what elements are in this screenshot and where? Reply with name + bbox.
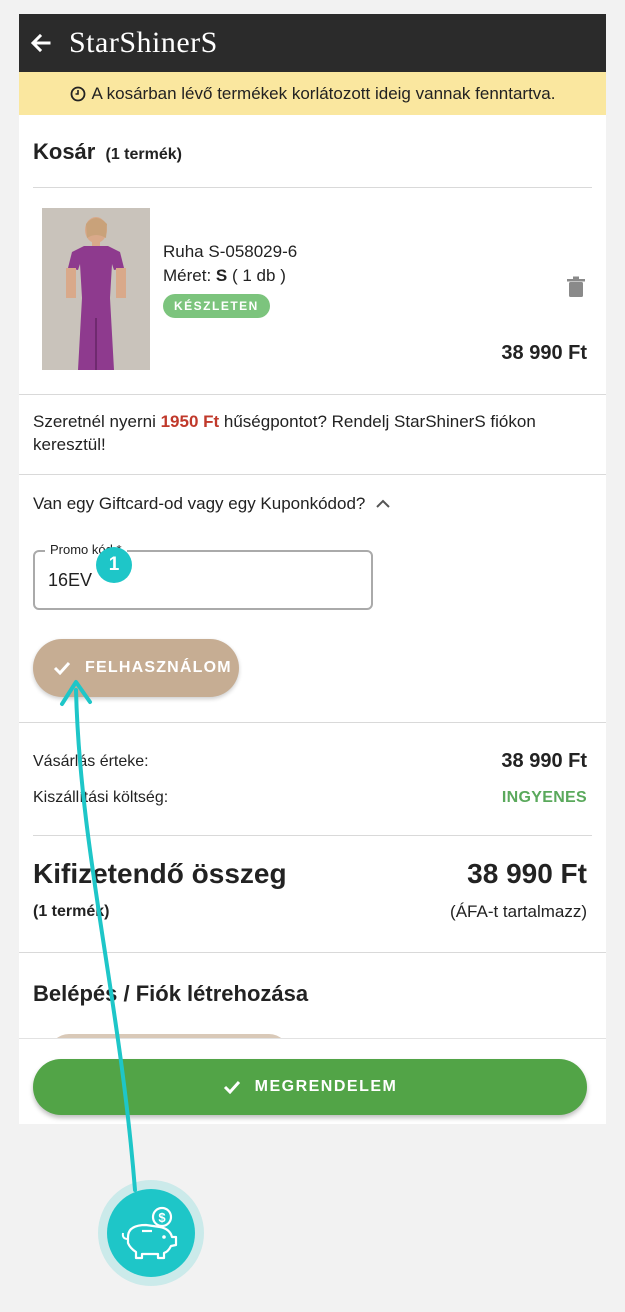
promo-code-field[interactable]: Promo kód * 16EV (33, 542, 373, 610)
loyalty-text-pre: Szeretnél nyerni (33, 412, 161, 431)
total-sub-row: (1 termék) (ÁFA-t tartalmazz) (19, 902, 606, 922)
reservation-notice: A kosárban lévő termékek korlátozott ide… (19, 72, 606, 115)
cart-count: (1 termék) (105, 146, 182, 163)
size-label: Méret: (163, 266, 212, 285)
subtotal-value: 38 990 Ft (501, 750, 587, 772)
trash-icon[interactable] (566, 276, 586, 298)
apply-coupon-button[interactable]: FELHASZNÁLOM (33, 639, 239, 697)
stock-badge: KÉSZLETEN (163, 294, 270, 318)
divider (19, 952, 606, 953)
total-row: Kifizetendő összeg 38 990 Ft (19, 858, 606, 890)
coupon-toggle-label: Van egy Giftcard-od vagy egy Kuponkódod? (33, 494, 366, 513)
chevron-up-icon (376, 499, 391, 508)
savings-badge: $ (98, 1180, 204, 1286)
shipping-label: Kiszállítási költség: (33, 789, 169, 806)
loyalty-points: 1950 Ft (160, 412, 220, 431)
arrow-left-icon (30, 33, 51, 53)
place-order-button[interactable]: MEGRENDELEM (33, 1059, 587, 1115)
top-bar: StarShinerS (19, 14, 606, 72)
size-value: S (215, 266, 228, 285)
clock-icon (70, 86, 85, 101)
brand-logo[interactable]: StarShinerS (69, 28, 218, 58)
order-summary: Vásárlás érteke: 38 990 Ft Kiszállítási … (19, 722, 606, 953)
shipping-value: INGYENES (501, 789, 587, 806)
promo-code-value[interactable]: 16EV (48, 570, 92, 591)
back-button[interactable] (27, 29, 55, 57)
quantity: ( 1 db ) (232, 266, 286, 285)
coupon-toggle[interactable]: Van egy Giftcard-od vagy egy Kuponkódod? (19, 475, 606, 526)
check-icon (223, 1080, 240, 1094)
login-section-title: Belépés / Fiók létrehozása (33, 981, 309, 1006)
subtotal-row: Vásárlás érteke: 38 990 Ft (19, 750, 606, 773)
total-label: Kifizetendő összeg (33, 858, 287, 889)
total-value: 38 990 Ft (467, 858, 587, 889)
loyalty-message: Szeretnél nyerni 1950 Ft hűségpontot? Re… (19, 395, 606, 474)
shipping-row: Kiszállítási költség: INGYENES (19, 789, 606, 807)
product-size: Méret: S ( 1 db ) (163, 266, 286, 286)
step-number-badge: 1 (96, 547, 132, 583)
place-order-label: MEGRENDELEM (254, 1078, 398, 1095)
subtotal-label: Vásárlás érteke: (33, 752, 149, 770)
notice-text: A kosárban lévő termékek korlátozott ide… (91, 83, 556, 103)
check-icon (53, 661, 71, 675)
sticky-order-bar: MEGRENDELEM (19, 1038, 606, 1124)
apply-coupon-label: FELHASZNÁLOM (85, 659, 232, 676)
cart-item: Ruha S-058029-6 Méret: S ( 1 db ) KÉSZLE… (19, 188, 606, 394)
cart-title: Kosár (1 termék) (19, 115, 606, 187)
cart-title-text: Kosár (33, 139, 96, 164)
product-name[interactable]: Ruha S-058029-6 (163, 242, 297, 262)
total-count: (1 termék) (33, 903, 110, 920)
vat-note: (ÁFA-t tartalmazz) (450, 902, 587, 921)
piggy-bank-icon: $ (107, 1189, 195, 1277)
product-image[interactable] (42, 208, 150, 370)
svg-text:$: $ (158, 1210, 166, 1225)
dress-image (42, 208, 150, 370)
item-price: 38 990 Ft (501, 342, 587, 364)
divider (33, 835, 592, 836)
